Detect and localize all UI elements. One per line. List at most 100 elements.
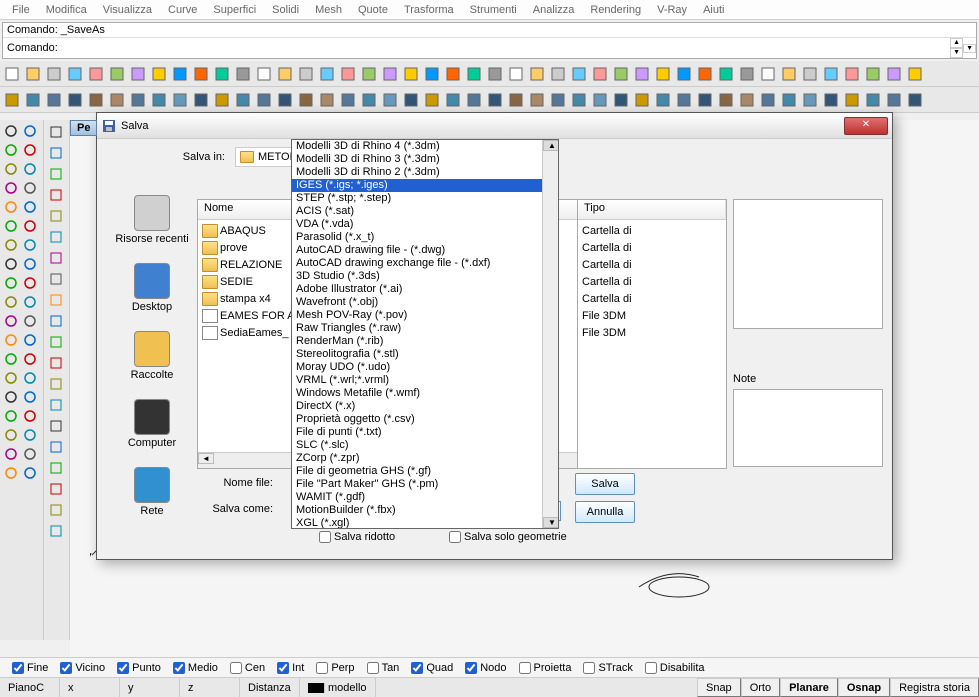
osnap-checkbox[interactable] — [367, 662, 379, 674]
column-type[interactable]: Tipo — [578, 200, 726, 219]
format-option[interactable]: WAMIT (*.gdf) — [292, 491, 558, 504]
toolbar-icon[interactable] — [191, 90, 211, 110]
toolbar-icon[interactable] — [149, 90, 169, 110]
close-button[interactable]: ✕ — [844, 117, 888, 135]
toolbar-icon[interactable] — [527, 64, 547, 84]
menu-trasforma[interactable]: Trasforma — [396, 2, 462, 18]
toolbar-icon[interactable] — [821, 90, 841, 110]
status-btn-osnap[interactable]: Osnap — [838, 678, 890, 697]
osnap-cen[interactable]: Cen — [230, 662, 265, 674]
place-raccolte[interactable]: Raccolte — [109, 331, 195, 381]
osnap-checkbox[interactable] — [465, 662, 477, 674]
menu-superfici[interactable]: Superfici — [205, 2, 264, 18]
menu-file[interactable]: File — [4, 2, 38, 18]
toolbar-icon[interactable] — [275, 64, 295, 84]
toolbar-icon[interactable] — [569, 64, 589, 84]
toolbar-icon[interactable] — [527, 90, 547, 110]
tool-icon[interactable] — [21, 198, 39, 216]
tool-icon[interactable] — [46, 164, 66, 184]
toolbar-icon[interactable] — [758, 90, 778, 110]
osnap-vicino[interactable]: Vicino — [60, 662, 105, 674]
menu-mesh[interactable]: Mesh — [307, 2, 350, 18]
toolbar-icon[interactable] — [821, 64, 841, 84]
tool-icon[interactable] — [21, 160, 39, 178]
tool-icon[interactable] — [21, 179, 39, 197]
tool-icon[interactable] — [46, 479, 66, 499]
menu-aiuti[interactable]: Aiuti — [695, 2, 732, 18]
tool-icon[interactable] — [21, 350, 39, 368]
osnap-fine[interactable]: Fine — [12, 662, 48, 674]
menu-rendering[interactable]: Rendering — [582, 2, 649, 18]
format-option[interactable]: Raw Triangles (*.raw) — [292, 322, 558, 335]
toolbar-icon[interactable] — [800, 64, 820, 84]
toolbar-icon[interactable] — [23, 64, 43, 84]
toolbar-icon[interactable] — [86, 64, 106, 84]
format-option[interactable]: Modelli 3D di Rhino 4 (*.3dm) — [292, 140, 558, 153]
format-option[interactable]: SLC (*.slc) — [292, 439, 558, 452]
tool-icon[interactable] — [46, 143, 66, 163]
format-option[interactable]: Windows Metafile (*.wmf) — [292, 387, 558, 400]
tool-icon[interactable] — [2, 426, 20, 444]
tool-icon[interactable] — [21, 141, 39, 159]
toolbar-icon[interactable] — [464, 90, 484, 110]
toolbar-icon[interactable] — [275, 90, 295, 110]
toolbar-icon[interactable] — [296, 64, 316, 84]
toolbar-icon[interactable] — [716, 64, 736, 84]
tool-icon[interactable] — [46, 458, 66, 478]
format-option[interactable]: Stereolitografia (*.stl) — [292, 348, 558, 361]
toolbar-icon[interactable] — [548, 90, 568, 110]
tool-icon[interactable] — [2, 141, 20, 159]
toolbar-icon[interactable] — [212, 64, 232, 84]
tool-icon[interactable] — [46, 395, 66, 415]
toolbar-icon[interactable] — [674, 90, 694, 110]
osnap-strack[interactable]: STrack — [583, 662, 632, 674]
tool-icon[interactable] — [21, 236, 39, 254]
toolbar-icon[interactable] — [716, 90, 736, 110]
toolbar-icon[interactable] — [254, 64, 274, 84]
toolbar-icon[interactable] — [590, 64, 610, 84]
place-computer[interactable]: Computer — [109, 399, 195, 449]
format-option[interactable]: STEP (*.stp; *.step) — [292, 192, 558, 205]
format-option[interactable]: Wavefront (*.obj) — [292, 296, 558, 309]
osnap-checkbox[interactable] — [60, 662, 72, 674]
toolbar-icon[interactable] — [884, 90, 904, 110]
tool-icon[interactable] — [2, 160, 20, 178]
tool-icon[interactable] — [46, 437, 66, 457]
tool-icon[interactable] — [46, 332, 66, 352]
toolbar-icon[interactable] — [653, 90, 673, 110]
osnap-checkbox[interactable] — [411, 662, 423, 674]
tool-icon[interactable] — [21, 312, 39, 330]
tool-icon[interactable] — [2, 312, 20, 330]
place-risorse-recenti[interactable]: Risorse recenti — [109, 195, 195, 245]
toolbar-icon[interactable] — [170, 64, 190, 84]
format-option[interactable]: MotionBuilder (*.fbx) — [292, 504, 558, 517]
toolbar-icon[interactable] — [359, 90, 379, 110]
toolbar-icon[interactable] — [632, 90, 652, 110]
toolbar-icon[interactable] — [128, 90, 148, 110]
format-option[interactable]: XGL (*.xgl) — [292, 517, 558, 529]
osnap-disabilita[interactable]: Disabilita — [645, 662, 705, 674]
toolbar-icon[interactable] — [65, 64, 85, 84]
toolbar-icon[interactable] — [170, 90, 190, 110]
osnap-checkbox[interactable] — [230, 662, 242, 674]
tool-icon[interactable] — [21, 445, 39, 463]
tool-icon[interactable] — [2, 369, 20, 387]
toolbar-icon[interactable] — [2, 90, 22, 110]
format-option[interactable]: File di punti (*.txt) — [292, 426, 558, 439]
format-option[interactable]: ACIS (*.sat) — [292, 205, 558, 218]
toolbar-icon[interactable] — [380, 64, 400, 84]
status-btn-snap[interactable]: Snap — [697, 678, 741, 697]
toolbar-icon[interactable] — [737, 64, 757, 84]
toolbar-icon[interactable] — [296, 90, 316, 110]
format-option[interactable]: Parasolid (*.x_t) — [292, 231, 558, 244]
toolbar-icon[interactable] — [107, 90, 127, 110]
tool-icon[interactable] — [46, 248, 66, 268]
format-option[interactable]: IGES (*.igs; *.iges) — [292, 179, 558, 192]
format-option[interactable]: VDA (*.vda) — [292, 218, 558, 231]
tool-icon[interactable] — [21, 274, 39, 292]
dropdown-scrollbar[interactable] — [542, 140, 558, 528]
tool-icon[interactable] — [46, 122, 66, 142]
save-small-checkbox[interactable] — [319, 531, 331, 543]
toolbar-icon[interactable] — [86, 90, 106, 110]
toolbar-icon[interactable] — [506, 90, 526, 110]
